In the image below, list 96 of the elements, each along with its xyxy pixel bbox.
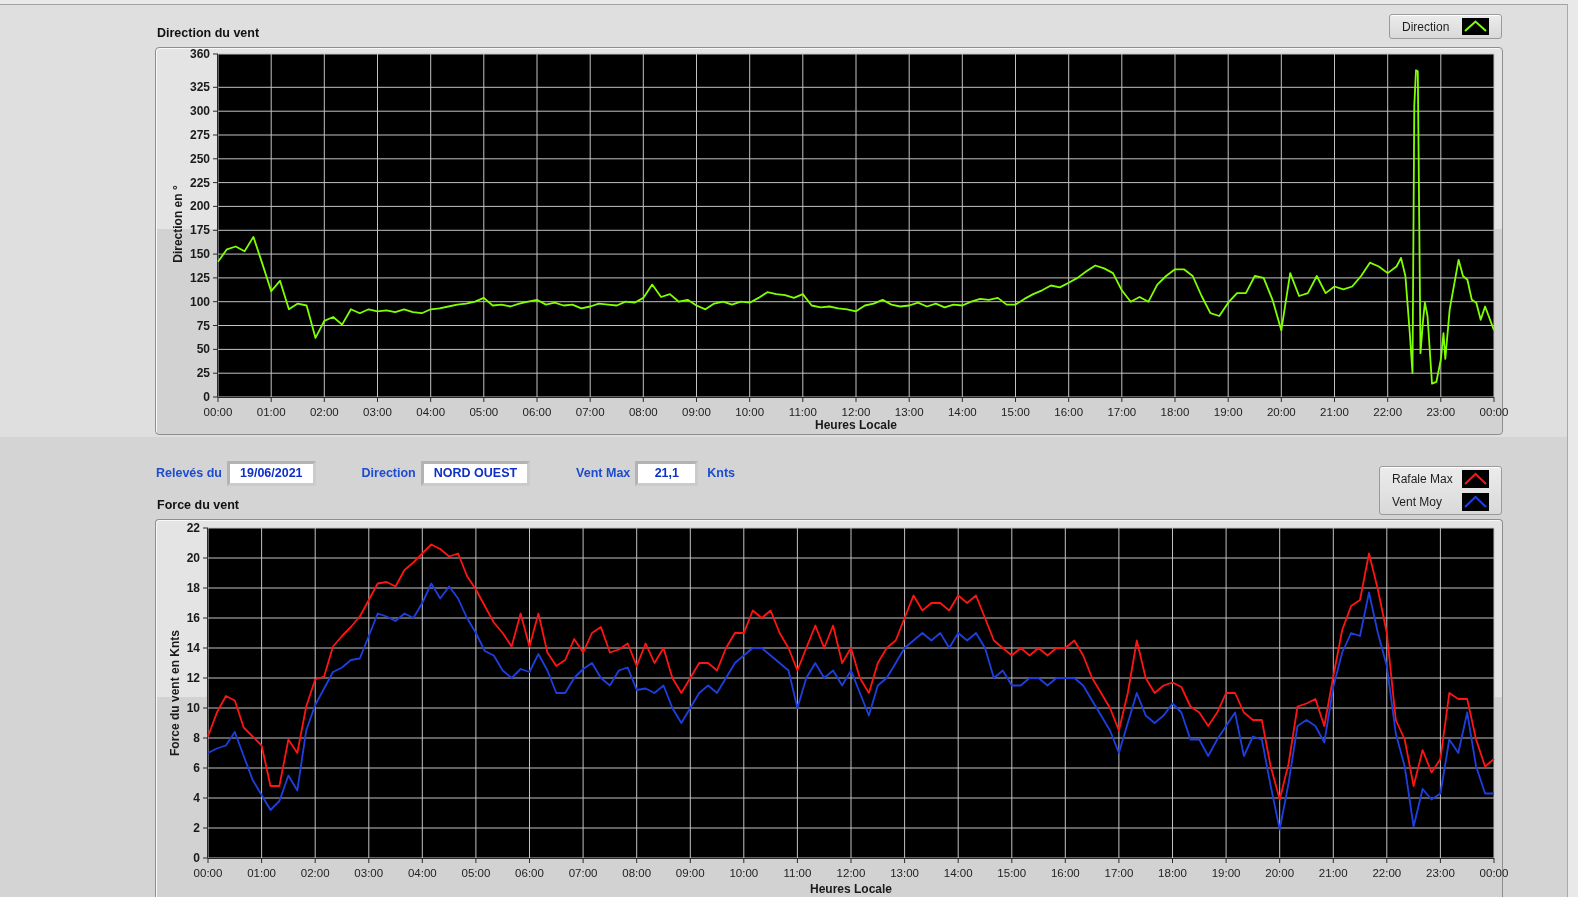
plot-line-icon — [1462, 493, 1489, 512]
x-tick-label: 10:00 — [735, 406, 765, 418]
x-tick-label: 14:00 — [947, 406, 977, 418]
x-tick-label: 10:00 — [729, 867, 759, 879]
x-tick-label: 16:00 — [1054, 406, 1084, 418]
y-tick-label: 50 — [196, 342, 210, 357]
x-tick-label: 13:00 — [894, 406, 924, 418]
legend-label: Rafale Max — [1392, 471, 1453, 486]
y-tick-label: 125 — [189, 270, 210, 285]
y-tick-label: 360 — [189, 47, 210, 61]
legend-label: Vent Moy — [1392, 495, 1443, 510]
x-tick-label: 21:00 — [1320, 406, 1349, 418]
plot-line-icon — [1462, 469, 1489, 488]
y-tick-label: 250 — [189, 151, 210, 166]
x-tick-label: 17:00 — [1104, 867, 1134, 879]
x-tick-label: 09:00 — [675, 867, 705, 879]
x-tick-label: 04:00 — [407, 867, 437, 879]
x-tick-label: 23:00 — [1426, 867, 1455, 879]
x-tick-label: 15:00 — [1001, 406, 1030, 418]
x-tick-label: 02:00 — [309, 406, 339, 418]
x-tick-label: 01:00 — [256, 406, 286, 418]
y-tick-label: 25 — [196, 366, 210, 381]
y-tick-label: 14 — [186, 641, 200, 655]
x-tick-label: 12:00 — [841, 406, 871, 418]
x-tick-label: 11:00 — [788, 406, 817, 418]
y-tick-label: 325 — [189, 80, 210, 95]
x-tick-label: 16:00 — [1050, 867, 1080, 879]
x-axis-title: Heures Locale — [815, 418, 897, 432]
x-tick-label: 22:00 — [1373, 406, 1403, 418]
y-tick-label: 18 — [186, 581, 200, 595]
y-tick-label: 4 — [193, 791, 200, 805]
x-tick-label: 06:00 — [522, 406, 552, 418]
x-tick-label: 20:00 — [1265, 867, 1295, 879]
x-tick-label: 03:00 — [363, 406, 392, 418]
y-tick-label: 150 — [189, 247, 210, 262]
x-tick-label: 08:00 — [628, 406, 658, 418]
y-tick-label: 16 — [186, 611, 200, 625]
x-tick-label: 00:00 — [1479, 406, 1509, 418]
x-tick-label: 19:00 — [1211, 867, 1241, 879]
y-tick-label: 175 — [189, 223, 210, 238]
x-tick-label: 21:00 — [1318, 867, 1348, 879]
x-tick-label: 00:00 — [203, 406, 233, 418]
y-tick-label: 0 — [203, 390, 210, 404]
x-tick-label: 01:00 — [247, 867, 276, 879]
x-tick-label: 05:00 — [461, 867, 491, 879]
legend-label: Direction — [1402, 19, 1450, 34]
y-tick-label: 12 — [186, 671, 200, 685]
field-label: Vent Max — [576, 466, 631, 480]
y-tick-label: 100 — [189, 294, 210, 309]
value-field: 21,1 — [635, 460, 699, 486]
x-tick-label: 19:00 — [1213, 406, 1243, 418]
x-tick-label: 02:00 — [300, 867, 330, 879]
x-tick-label: 13:00 — [890, 867, 919, 879]
unit-label: Knts — [707, 466, 736, 480]
y-tick-label: 200 — [189, 199, 210, 214]
y-tick-label: 22 — [186, 521, 200, 535]
x-tick-label: 05:00 — [469, 406, 499, 418]
y-tick-label: 75 — [196, 318, 210, 333]
x-tick-label: 12:00 — [836, 867, 866, 879]
y-tick-label: 275 — [189, 128, 210, 142]
x-axis-title: Heures Locale — [810, 882, 892, 896]
value-field: NORD OUEST — [420, 460, 531, 486]
x-tick-label: 04:00 — [416, 406, 446, 418]
panel-title: Force du vent — [157, 497, 239, 513]
x-tick-label: 14:00 — [943, 867, 973, 879]
x-tick-label: 07:00 — [575, 406, 605, 418]
x-tick-label: 00:00 — [1479, 867, 1509, 879]
x-tick-label: 06:00 — [515, 867, 544, 879]
value-field: 19/06/2021 — [227, 460, 316, 486]
x-tick-label: 07:00 — [568, 867, 598, 879]
y-axis-title: Force du vent en Knts — [168, 630, 182, 756]
x-tick-label: 00:00 — [193, 867, 223, 879]
panel-title: Direction du vent — [157, 25, 260, 41]
x-tick-label: 11:00 — [783, 867, 812, 879]
y-tick-label: 8 — [193, 731, 200, 745]
y-tick-label: 20 — [186, 551, 200, 565]
y-tick-label: 225 — [189, 175, 210, 190]
x-tick-label: 17:00 — [1107, 406, 1137, 418]
y-tick-label: 10 — [186, 701, 200, 715]
x-tick-label: 22:00 — [1372, 867, 1402, 879]
y-tick-label: 300 — [189, 104, 210, 119]
field-label: Direction — [361, 466, 416, 480]
x-tick-label: 08:00 — [622, 867, 652, 879]
y-axis-title: Direction en ° — [171, 185, 185, 263]
y-tick-label: 6 — [193, 761, 200, 775]
x-tick-label: 18:00 — [1158, 867, 1187, 879]
x-tick-label: 23:00 — [1426, 406, 1456, 418]
plot-line-icon — [1462, 18, 1489, 35]
field-label: Relevés du — [156, 466, 222, 480]
x-tick-label: 15:00 — [997, 867, 1027, 879]
x-tick-label: 18:00 — [1160, 406, 1190, 418]
y-tick-label: 2 — [193, 821, 200, 835]
x-tick-label: 09:00 — [682, 406, 711, 418]
y-tick-label: 0 — [193, 851, 200, 865]
x-tick-label: 03:00 — [354, 867, 384, 879]
x-tick-label: 20:00 — [1266, 406, 1296, 418]
